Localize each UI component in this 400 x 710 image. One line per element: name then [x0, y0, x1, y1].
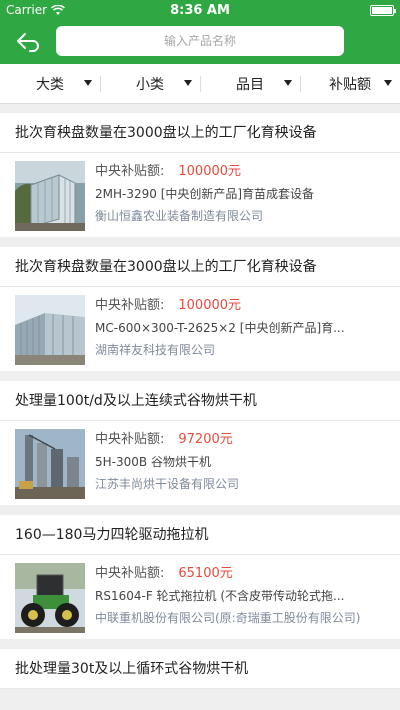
- carrier-label: Carrier: [6, 3, 48, 17]
- company-name: 江苏丰尚烘干设备有限公司: [95, 477, 240, 491]
- nursery-facility-photo: [15, 295, 85, 365]
- subsidy-label: 中央补贴额:: [95, 432, 165, 447]
- filter-item[interactable]: 品目: [200, 64, 300, 103]
- product-card[interactable]: 批次育秧盘数量在3000盘以上的工厂化育秧设备 中央补贴额: 100000元 2M…: [0, 113, 400, 237]
- greenhouse-photo: [15, 161, 85, 231]
- subsidy-label: 中央补贴额:: [95, 298, 165, 313]
- product-list: 批次育秧盘数量在3000盘以上的工厂化育秧设备 中央补贴额: 100000元 2M…: [0, 104, 400, 689]
- status-bar: Carrier 8:36 AM: [0, 0, 400, 20]
- filter-category[interactable]: 大类: [0, 64, 100, 103]
- status-time: 8:36 AM: [170, 3, 230, 18]
- battery-icon: [370, 4, 396, 16]
- subsidy-amount: 100000元: [178, 164, 242, 179]
- subsidy-label: 中央补贴额:: [95, 566, 165, 581]
- company-name: 衡山恒鑫农业装备制造有限公司: [95, 209, 264, 223]
- company-name: 湖南祥友科技有限公司: [95, 343, 216, 357]
- filter-label: 补贴额: [329, 76, 371, 93]
- grain-dryer-photo: [15, 429, 85, 499]
- back-arrow-icon[interactable]: [16, 29, 42, 53]
- dropdown-arrow-icon: [284, 80, 292, 86]
- app-header: Carrier 8:36 AM: [0, 0, 400, 64]
- filter-subsidy[interactable]: 补贴额: [300, 64, 400, 103]
- dropdown-arrow-icon: [84, 80, 92, 86]
- product-model: RS1604-F 轮式拖拉机 (不含皮带传动轮式拖...: [95, 589, 345, 603]
- tractor-photo: [15, 563, 85, 633]
- filter-subcategory[interactable]: 小类: [100, 64, 200, 103]
- subsidy-label: 中央补贴额:: [95, 164, 165, 179]
- subsidy-amount: 100000元: [178, 298, 242, 313]
- product-card[interactable]: 160—180马力四轮驱动拖拉机 中央补贴额: 65100元 RS1604-F 轮…: [0, 515, 400, 639]
- product-card[interactable]: 批处理量30t及以上循环式谷物烘干机: [0, 649, 400, 689]
- search-input[interactable]: [56, 26, 344, 56]
- product-title: 处理量100t/d及以上连续式谷物烘干机: [0, 381, 400, 421]
- product-title: 160—180马力四轮驱动拖拉机: [0, 515, 400, 555]
- product-title: 批处理量30t及以上循环式谷物烘干机: [0, 649, 400, 689]
- dropdown-arrow-icon: [184, 80, 192, 86]
- product-model: 5H-300B 谷物烘干机: [95, 455, 211, 469]
- product-model: MC-600×300-T-2625×2 [中央创新产品]育...: [95, 321, 345, 335]
- dropdown-arrow-icon: [384, 80, 392, 86]
- filter-label: 品目: [236, 76, 264, 93]
- company-name: 中联重机股份有限公司(原:奇瑞重工股份有限公司): [95, 611, 361, 625]
- subsidy-amount: 65100元: [178, 566, 233, 581]
- product-card[interactable]: 处理量100t/d及以上连续式谷物烘干机 中央补贴额: 97200元 5H-300…: [0, 381, 400, 505]
- subsidy-amount: 97200元: [178, 432, 233, 447]
- product-card[interactable]: 批次育秧盘数量在3000盘以上的工厂化育秧设备 中央补贴额: 100000元 MC…: [0, 247, 400, 371]
- product-title: 批次育秧盘数量在3000盘以上的工厂化育秧设备: [0, 113, 400, 153]
- product-title: 批次育秧盘数量在3000盘以上的工厂化育秧设备: [0, 247, 400, 287]
- filter-label: 大类: [36, 76, 64, 93]
- wifi-icon: [51, 4, 66, 15]
- product-model: 2MH-3290 [中央创新产品]育苗成套设备: [95, 187, 315, 201]
- filter-label: 小类: [136, 76, 164, 93]
- filter-bar: 大类 小类 品目 补贴额: [0, 64, 400, 104]
